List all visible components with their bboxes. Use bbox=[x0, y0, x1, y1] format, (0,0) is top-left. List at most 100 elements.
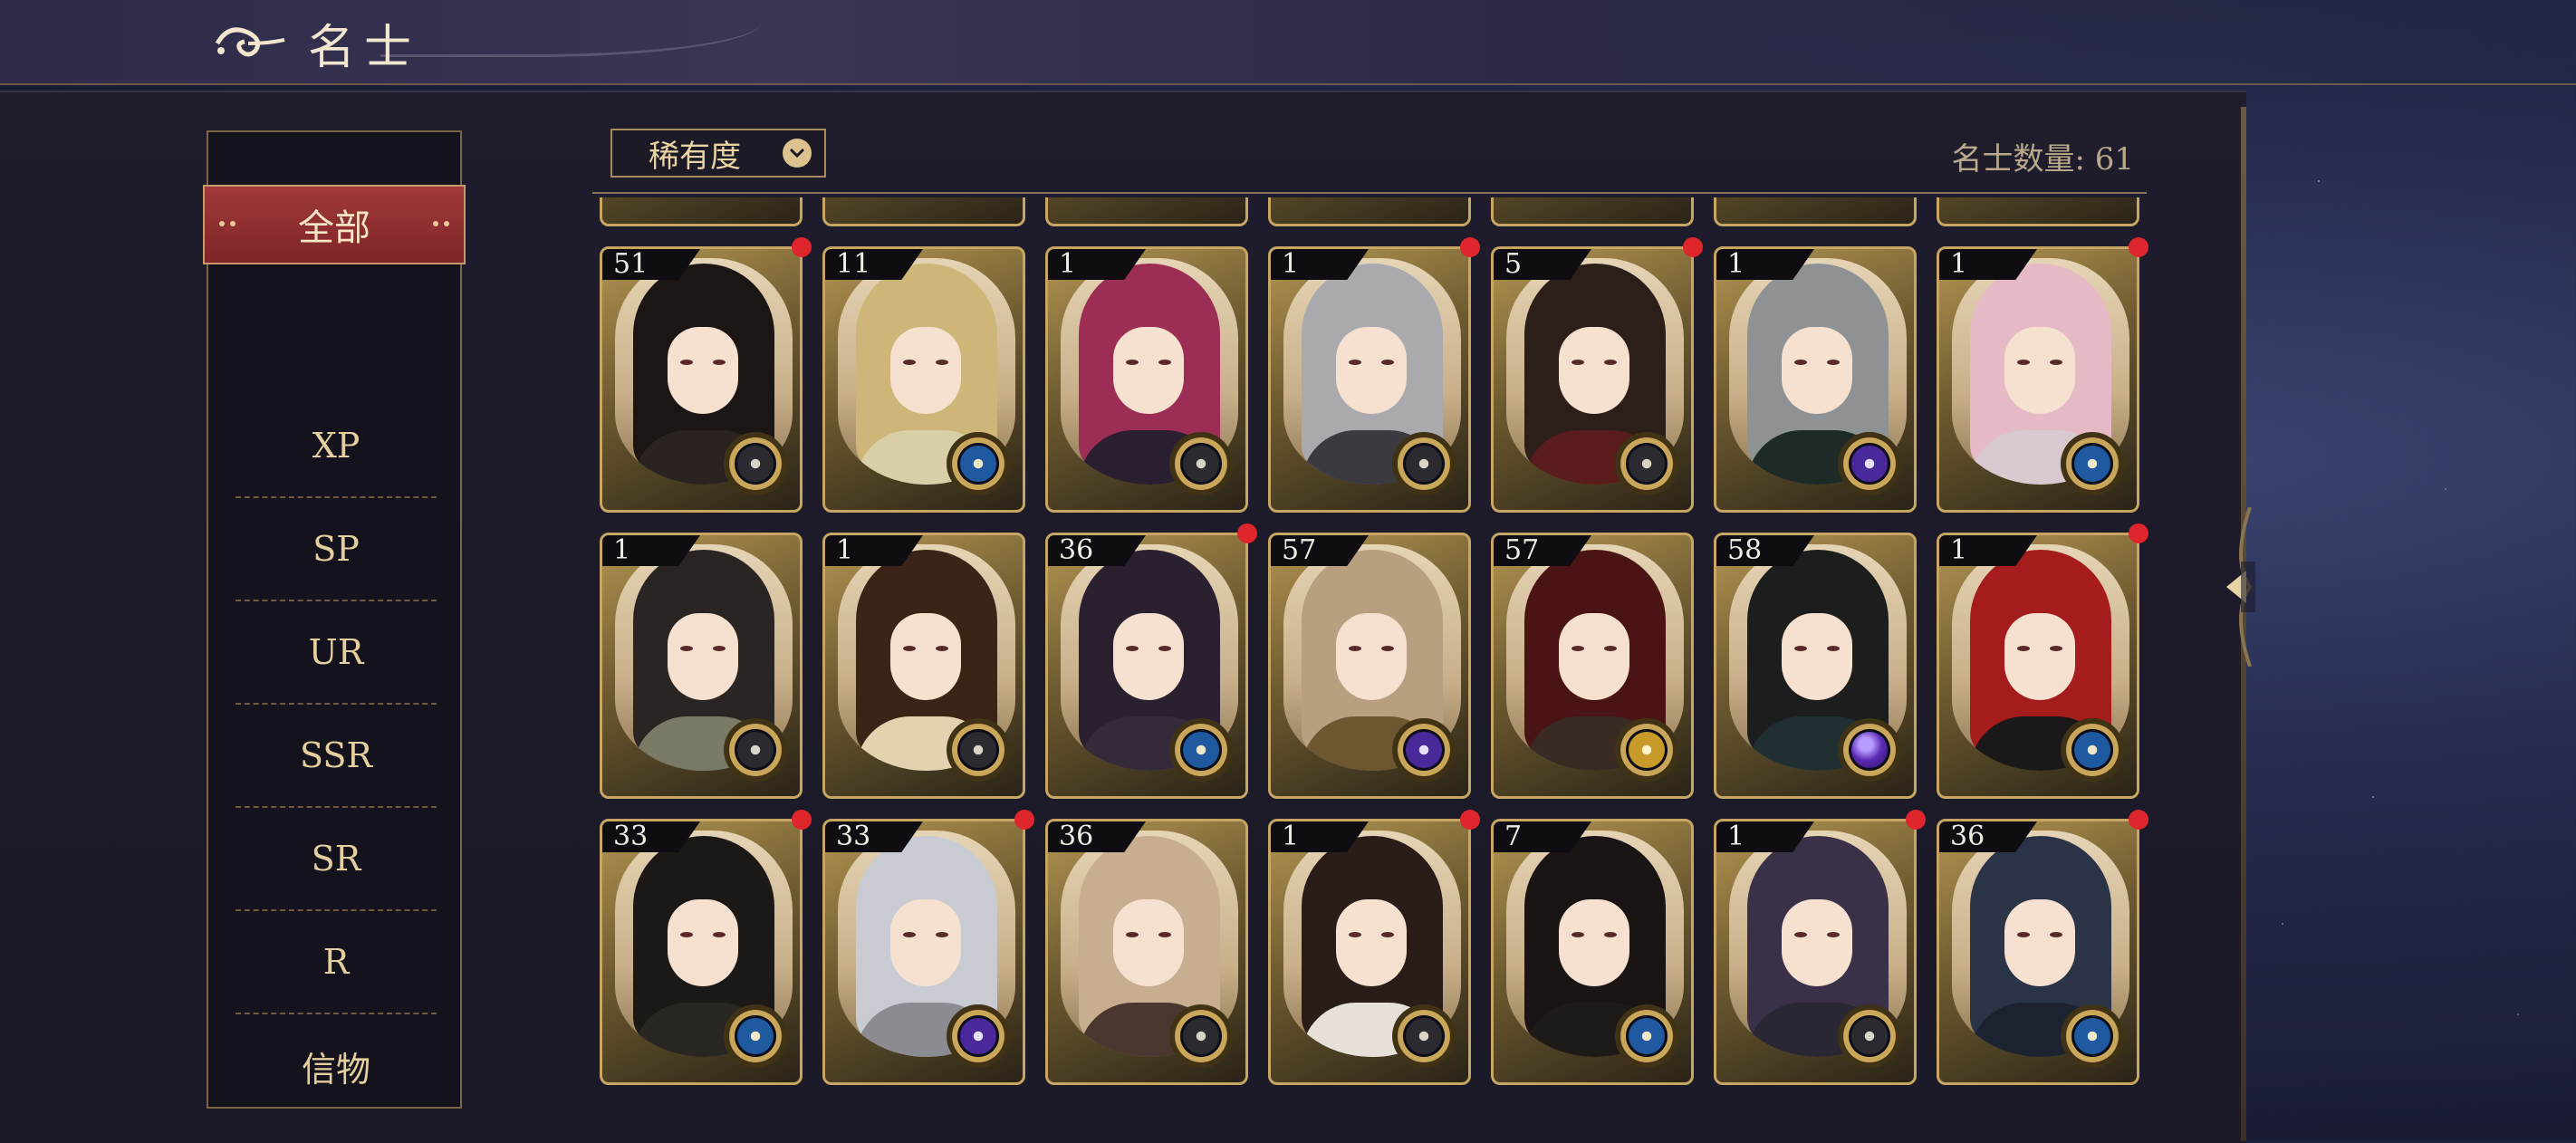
portrait-face bbox=[668, 327, 738, 414]
badge-core bbox=[737, 446, 774, 482]
portrait-eye bbox=[1381, 646, 1394, 651]
portrait-eye bbox=[1126, 360, 1139, 365]
portrait-eye bbox=[2050, 360, 2062, 365]
sidebar-item-ssr[interactable]: SSR bbox=[235, 705, 437, 808]
portrait-eye bbox=[1572, 360, 1584, 365]
badge-core bbox=[1851, 732, 1888, 768]
portrait-eye bbox=[1827, 646, 1840, 651]
portrait-eye bbox=[1381, 360, 1394, 365]
character-card[interactable]: 33 bbox=[822, 819, 1025, 1085]
character-card[interactable]: 5 bbox=[1491, 246, 1694, 513]
portrait-eye bbox=[903, 360, 916, 365]
character-card[interactable] bbox=[1045, 197, 1248, 226]
portrait-face bbox=[1559, 613, 1629, 700]
portrait-eye bbox=[1572, 646, 1584, 651]
character-card[interactable] bbox=[1937, 197, 2139, 226]
character-card[interactable]: 33 bbox=[600, 819, 803, 1085]
decor-dot bbox=[433, 221, 438, 226]
character-card[interactable]: 1 bbox=[1714, 246, 1917, 513]
rarity-filter-dropdown[interactable]: 稀有度 bbox=[610, 129, 826, 178]
character-card[interactable]: 1 bbox=[1268, 246, 1471, 513]
portrait-face bbox=[1336, 327, 1407, 414]
badge-core bbox=[960, 1018, 996, 1054]
portrait-face bbox=[1113, 613, 1184, 700]
portrait-eye bbox=[680, 932, 693, 937]
badge-core bbox=[1851, 446, 1888, 482]
character-card[interactable]: 51 bbox=[600, 246, 803, 513]
notification-dot bbox=[2129, 237, 2148, 257]
notification-dot bbox=[2129, 523, 2148, 543]
character-card[interactable]: 57 bbox=[1268, 533, 1471, 799]
portrait-eye bbox=[1794, 646, 1807, 651]
sidebar-item-ur[interactable]: UR bbox=[235, 601, 437, 705]
sidebar-item-token[interactable]: 信物 bbox=[235, 1014, 437, 1118]
gold-compass-icon bbox=[1615, 718, 1678, 782]
character-card[interactable]: 36 bbox=[1045, 533, 1248, 799]
character-card[interactable]: 1 bbox=[1937, 533, 2139, 799]
sidebar-item-sr[interactable]: SR bbox=[235, 808, 437, 911]
dark-compass-icon bbox=[724, 718, 787, 782]
character-card[interactable] bbox=[822, 197, 1025, 226]
character-card[interactable]: 1 bbox=[822, 533, 1025, 799]
character-card[interactable]: 36 bbox=[1045, 819, 1248, 1085]
sidebar-item-r[interactable]: R bbox=[235, 911, 437, 1014]
notification-dot bbox=[1683, 237, 1703, 257]
portrait-eye bbox=[1158, 360, 1171, 365]
rarity-sidebar: XP SP UR SSR SR R 信物 bbox=[207, 130, 462, 1109]
character-grid[interactable]: 51 11 1 1 5 1 1 1 1 36 57 57 58 1 33 33 36 1 7 1 36 bbox=[589, 197, 2156, 1141]
character-card[interactable]: 1 bbox=[1714, 819, 1917, 1085]
dark-compass-icon bbox=[1838, 1004, 1901, 1068]
character-card[interactable] bbox=[600, 197, 803, 226]
badge-core bbox=[1629, 1018, 1665, 1054]
character-card[interactable]: 7 bbox=[1491, 819, 1694, 1085]
character-card[interactable] bbox=[1491, 197, 1694, 226]
portrait-face bbox=[890, 899, 961, 986]
character-card[interactable]: 57 bbox=[1491, 533, 1694, 799]
portrait-face bbox=[1559, 899, 1629, 986]
notification-dot bbox=[1014, 810, 1034, 830]
badge-core bbox=[737, 732, 774, 768]
blue-compass-icon bbox=[2061, 432, 2124, 495]
portrait-face bbox=[1782, 613, 1852, 700]
portrait-eye bbox=[2017, 360, 2030, 365]
portrait-eye bbox=[1126, 646, 1139, 651]
sidebar-item-sp[interactable]: SP bbox=[235, 498, 437, 601]
dark-compass-icon bbox=[1392, 432, 1456, 495]
top-header: 名士 bbox=[0, 0, 2576, 85]
portrait-eye bbox=[2017, 646, 2030, 651]
character-card[interactable]: 1 bbox=[1937, 246, 2139, 513]
portrait-eye bbox=[2050, 932, 2062, 937]
character-card[interactable]: 1 bbox=[600, 533, 803, 799]
character-card[interactable] bbox=[1268, 197, 1471, 226]
sidebar-item-xp[interactable]: XP bbox=[235, 395, 437, 498]
character-card[interactable]: 1 bbox=[1045, 246, 1248, 513]
portrait-face bbox=[2004, 327, 2075, 414]
badge-core bbox=[1851, 1018, 1888, 1054]
character-card[interactable]: 58 bbox=[1714, 533, 1917, 799]
portrait-face bbox=[668, 613, 738, 700]
badge-core bbox=[2074, 732, 2110, 768]
character-card[interactable]: 36 bbox=[1937, 819, 2139, 1085]
character-card[interactable] bbox=[1714, 197, 1917, 226]
dark-compass-icon bbox=[1615, 432, 1678, 495]
character-card[interactable]: 11 bbox=[822, 246, 1025, 513]
sidebar-item-all[interactable]: 全部 bbox=[203, 185, 466, 264]
notification-dot bbox=[792, 810, 812, 830]
portrait-eye bbox=[1158, 932, 1171, 937]
purple-orb-icon bbox=[1838, 718, 1901, 782]
header-ornament bbox=[380, 0, 761, 57]
dark-compass-icon bbox=[724, 432, 787, 495]
decor-dot bbox=[444, 221, 449, 226]
portrait-eye bbox=[1604, 360, 1617, 365]
character-card[interactable]: 1 bbox=[1268, 819, 1471, 1085]
page-title: 名士 bbox=[308, 21, 421, 75]
collapse-arrow-icon[interactable] bbox=[2214, 507, 2264, 667]
badge-core bbox=[960, 732, 996, 768]
blue-compass-icon bbox=[1615, 1004, 1678, 1068]
notification-dot bbox=[792, 237, 812, 257]
portrait-eye bbox=[1827, 360, 1840, 365]
portrait-eye bbox=[680, 360, 693, 365]
portrait-eye bbox=[1158, 646, 1171, 651]
badge-core bbox=[1183, 446, 1219, 482]
portrait-face bbox=[2004, 613, 2075, 700]
